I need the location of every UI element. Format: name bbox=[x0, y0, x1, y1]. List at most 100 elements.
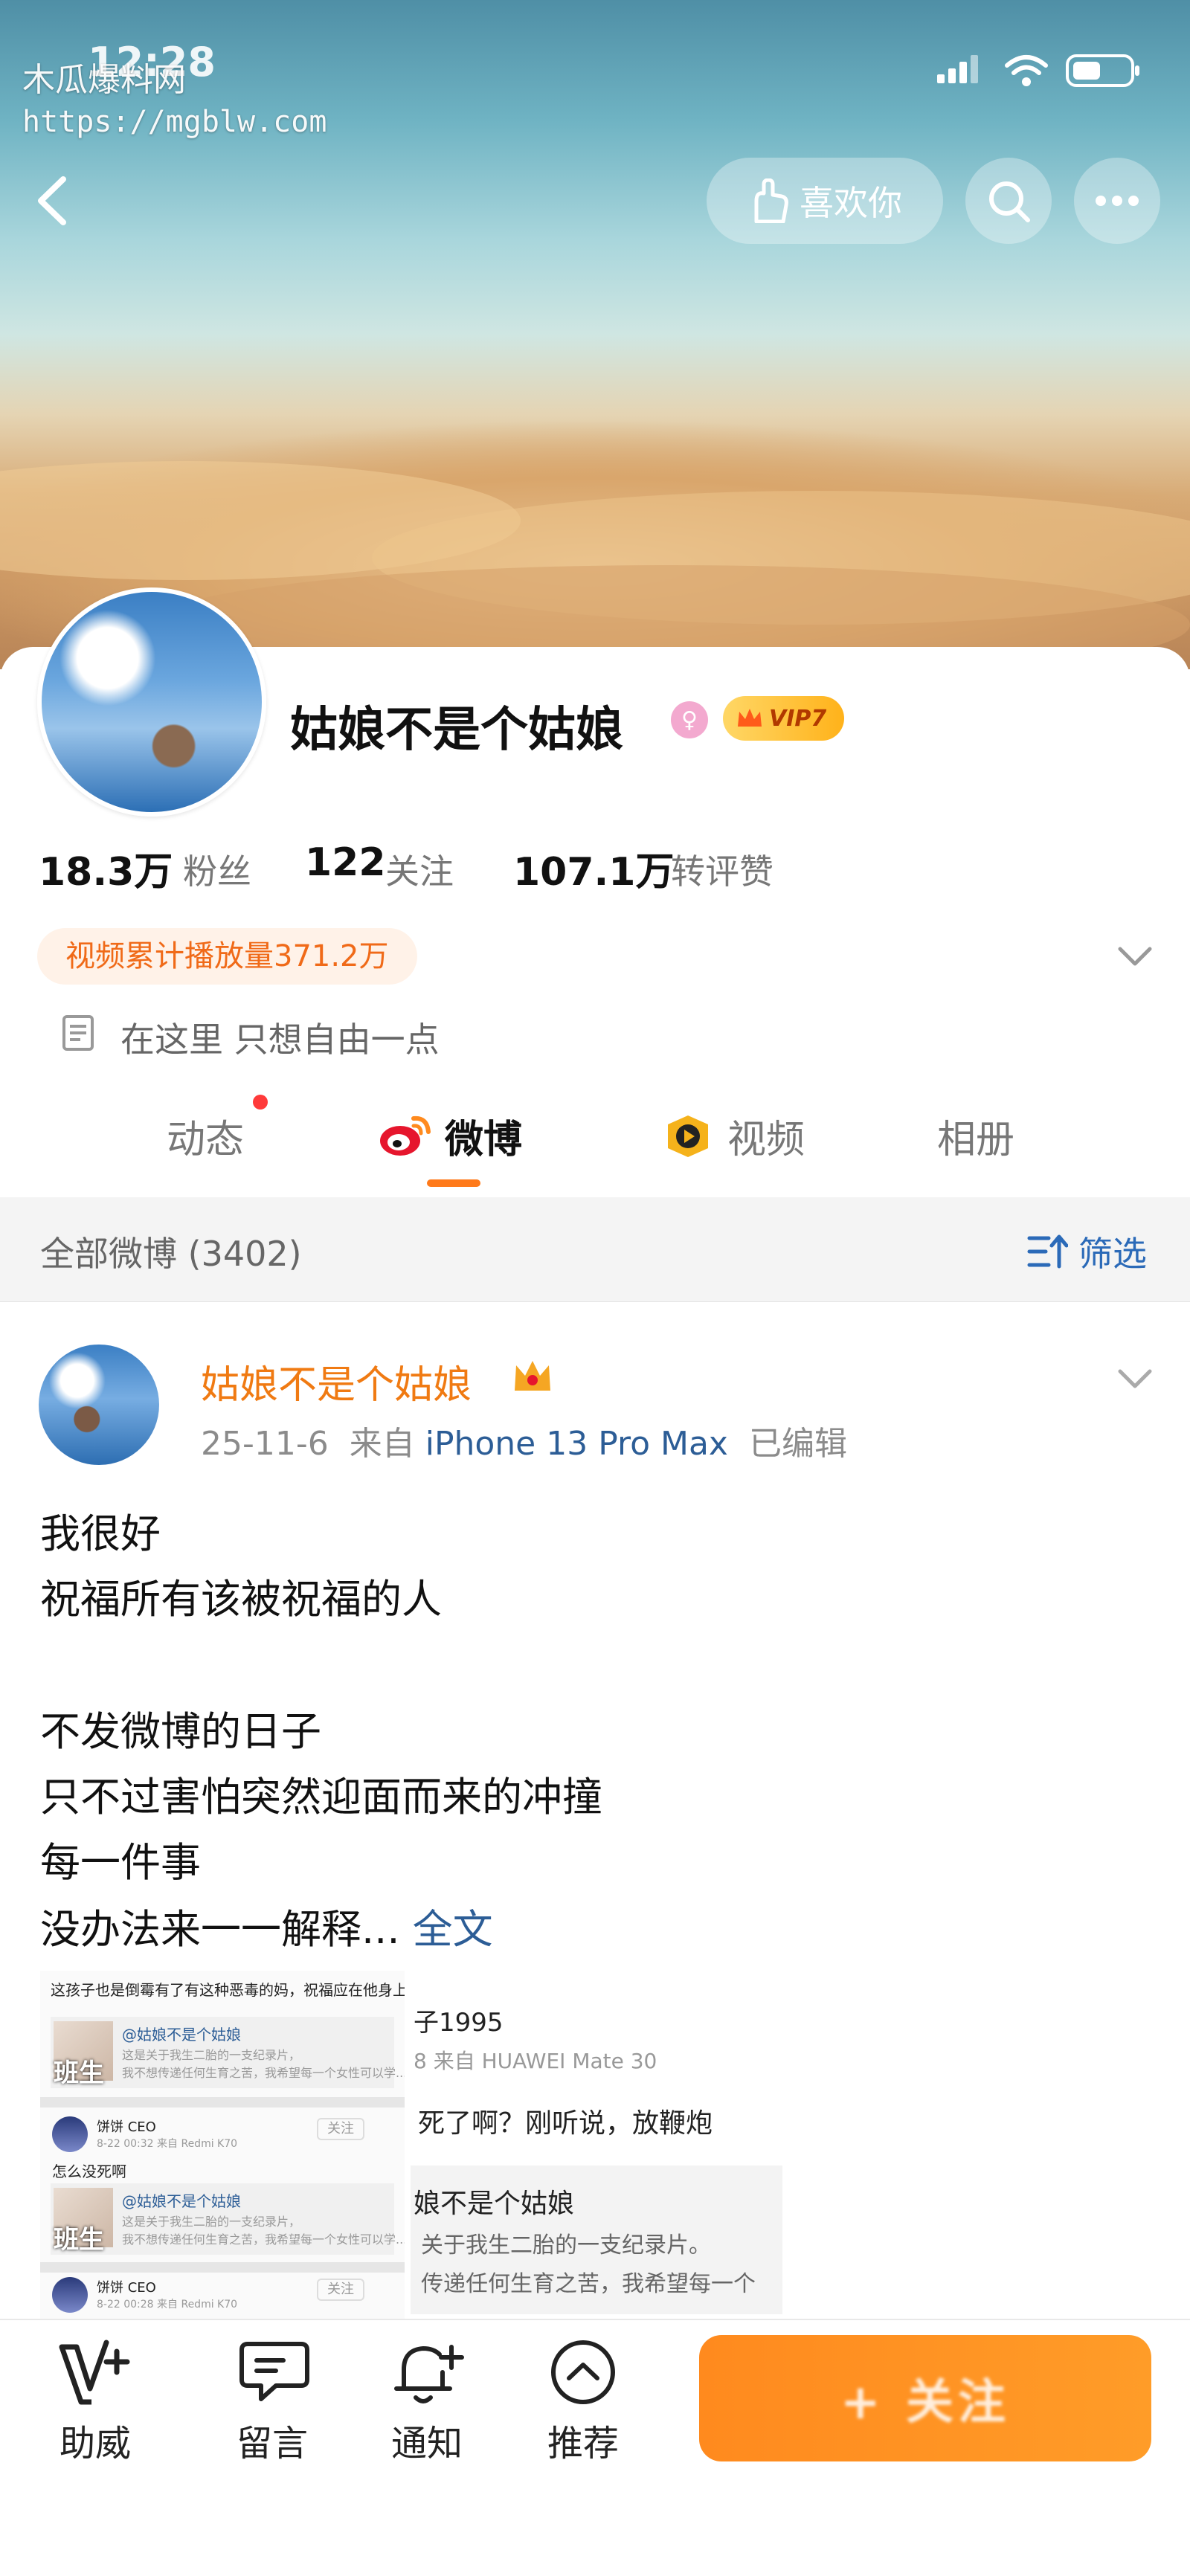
tab-activity-label: 动态 bbox=[167, 1118, 245, 1162]
image2-quote-text1: 关于我生二胎的一支纪录片。 bbox=[421, 2232, 711, 2258]
recommend-label: 推荐 bbox=[547, 2423, 619, 2464]
post-text-tail: 没办法来一一解释... bbox=[40, 1906, 400, 1953]
image2-name: 子1995 bbox=[414, 2008, 504, 2038]
cheer-button[interactable]: 助威 bbox=[36, 2337, 155, 2466]
post-date: 25-11-6 bbox=[201, 1425, 329, 1463]
v-plus-icon bbox=[59, 2340, 130, 2405]
image1-follow-button: 关注 bbox=[317, 2118, 364, 2140]
image1-commenter-meta: 8-22 00:32 来自 Redmi K70 bbox=[97, 2138, 238, 2150]
image2-quote-text2: 传递任何生育之苦，我希望每一个 bbox=[421, 2271, 756, 2297]
recommend-button[interactable]: 推荐 bbox=[524, 2337, 643, 2466]
image2-quote-name: 娘不是个姑娘 bbox=[414, 2189, 575, 2219]
notification-dot bbox=[253, 1095, 268, 1110]
watermark-name: 木瓜爆料网 bbox=[22, 61, 186, 99]
chevron-down-icon[interactable] bbox=[1113, 1358, 1157, 1403]
stat-fans-label[interactable]: 粉丝 bbox=[183, 845, 251, 894]
image1-quote-text2: 我不想传递任何生育之苦，我希望每一个女性可以学... bbox=[122, 2066, 405, 2080]
post-text-line: 只不过害怕突然迎面而来的冲撞 bbox=[40, 1774, 602, 1820]
watermark: 木瓜爆料网 https://mgblw.com bbox=[22, 59, 327, 143]
wifi-icon bbox=[1005, 55, 1048, 86]
chevron-down-icon[interactable] bbox=[1113, 934, 1157, 979]
video-play-icon bbox=[668, 1115, 708, 1157]
image1-quote-text1-2: 这是关于我生二胎的一支纪录片， bbox=[122, 2215, 301, 2229]
active-tab-indicator bbox=[427, 1179, 480, 1187]
tab-album[interactable]: 相册 bbox=[937, 1108, 1014, 1164]
watermark-url: https://mgblw.com bbox=[22, 105, 327, 139]
notify-label: 通知 bbox=[390, 2423, 463, 2464]
follow-button[interactable]: + 关注 bbox=[699, 2335, 1151, 2461]
stat-following-label[interactable]: 关注 bbox=[385, 845, 454, 894]
more-button[interactable] bbox=[1074, 158, 1160, 244]
tab-weibo[interactable]: 微博 bbox=[378, 1108, 522, 1164]
back-arrow-icon bbox=[38, 176, 66, 225]
tab-weibo-label: 微博 bbox=[445, 1118, 523, 1162]
message-label: 留言 bbox=[236, 2423, 308, 2464]
post-text-line: 祝福所有该被祝福的人 bbox=[40, 1576, 442, 1623]
image1-comment2: 怎么没死啊 bbox=[52, 2163, 126, 2180]
commenter-avatar-2 bbox=[52, 2277, 88, 2313]
like-you-label: 喜欢你 bbox=[800, 183, 902, 223]
image2-text: 死了啊？刚听说，放鞭炮 bbox=[418, 2108, 713, 2139]
search-button[interactable] bbox=[965, 158, 1052, 244]
vip-level: VIP7 bbox=[769, 705, 827, 732]
post-image-1[interactable]: 这孩子也是倒霉有了有这种恶毒的妈，祝福应在他身上 @姑娘不是个姑娘 这是关于我生… bbox=[40, 1971, 405, 2320]
follow-label: + 关注 bbox=[840, 2375, 1010, 2430]
filter-label: 筛选 bbox=[1078, 1234, 1147, 1274]
profile-bio: 在这里 只想自由一点 bbox=[120, 1020, 440, 1060]
post-image-2[interactable]: 子1995 8 来自 HUAWEI Mate 30 死了啊？刚听说，放鞭炮 娘不… bbox=[411, 1971, 782, 2320]
bell-plus-icon bbox=[394, 2345, 464, 2403]
stat-reposts-label[interactable]: 转评赞 bbox=[671, 845, 774, 894]
image1-quote-text1: 这是关于我生二胎的一支纪录片， bbox=[122, 2048, 301, 2062]
image1-pic-tag-2: 班生 bbox=[54, 2225, 104, 2255]
image1-quote-name: @姑娘不是个姑娘 bbox=[122, 2026, 241, 2044]
image1-commenter2-meta: 8-22 00:28 来自 Redmi K70 bbox=[97, 2299, 238, 2311]
back-button[interactable] bbox=[22, 164, 82, 238]
profile-name: 姑娘不是个姑娘 bbox=[290, 703, 623, 758]
crown-icon bbox=[738, 709, 762, 727]
post-source-prefix: 来自 bbox=[349, 1425, 415, 1463]
more-dots-icon bbox=[1096, 196, 1139, 206]
image2-meta: 8 来自 HUAWEI Mate 30 bbox=[414, 2049, 657, 2073]
signal-icon bbox=[937, 55, 978, 83]
crown-icon bbox=[515, 1361, 550, 1391]
image1-commenter: 饼饼 CEO bbox=[97, 2119, 156, 2135]
tab-video-label: 视频 bbox=[727, 1118, 805, 1162]
post-author-avatar[interactable] bbox=[39, 1345, 159, 1465]
post-author-name[interactable]: 姑娘不是个姑娘 bbox=[201, 1353, 472, 1409]
tab-activity[interactable]: 动态 bbox=[167, 1108, 244, 1164]
post-text-line: 每一件事 bbox=[40, 1839, 201, 1886]
image1-quote-name-2: @姑娘不是个姑娘 bbox=[122, 2192, 241, 2210]
image1-pic-tag: 班生 bbox=[54, 2058, 104, 2088]
stat-reposts-value[interactable]: 107.1万 bbox=[513, 840, 674, 896]
image1-quote-text2-2: 我不想传递任何生育之苦，我希望每一个女性可以学... bbox=[122, 2232, 405, 2247]
filter-button[interactable]: 筛选 bbox=[1026, 1227, 1147, 1276]
message-button[interactable]: 留言 bbox=[213, 2337, 332, 2466]
profile-avatar[interactable] bbox=[37, 587, 266, 817]
post-device[interactable]: iPhone 13 Pro Max bbox=[425, 1425, 728, 1463]
search-icon bbox=[989, 181, 1030, 222]
document-icon bbox=[62, 1015, 94, 1051]
tab-video[interactable]: 视频 bbox=[660, 1108, 805, 1164]
post-count-label: 全部微博 (3402) bbox=[40, 1234, 302, 1274]
post-text-line: 我很好 bbox=[40, 1510, 161, 1557]
notify-button[interactable]: 通知 bbox=[367, 2337, 486, 2466]
weibo-logo-icon bbox=[380, 1115, 431, 1156]
image1-commenter2: 饼饼 CEO bbox=[97, 2280, 156, 2296]
female-icon: ♀ bbox=[671, 701, 708, 738]
divider bbox=[40, 2262, 405, 2273]
stat-following-value[interactable]: 122 bbox=[305, 840, 386, 885]
message-icon bbox=[239, 2342, 309, 2401]
image1-top-text: 这孩子也是倒霉有了有这种恶毒的妈，祝福应在他身上 bbox=[51, 1981, 405, 1999]
post-text-line-last: 没办法来一一解释... 全文 bbox=[40, 1896, 493, 1955]
tab-album-label: 相册 bbox=[937, 1118, 1015, 1162]
post-meta: 25-11-6 来自 iPhone 13 Pro Max 已编辑 bbox=[201, 1417, 847, 1464]
hand-heart-icon bbox=[754, 178, 788, 223]
video-views-badge[interactable]: 视频累计播放量371.2万 bbox=[37, 928, 417, 985]
vip-badge[interactable]: VIP7 bbox=[723, 696, 845, 741]
commenter-avatar bbox=[52, 2116, 88, 2152]
stat-fans-value[interactable]: 18.3万 bbox=[39, 840, 173, 896]
filter-sort-icon bbox=[1027, 1234, 1068, 1269]
read-more-link[interactable]: 全文 bbox=[413, 1906, 493, 1953]
like-you-button[interactable]: 喜欢你 bbox=[707, 158, 943, 244]
battery-icon bbox=[1066, 54, 1139, 87]
